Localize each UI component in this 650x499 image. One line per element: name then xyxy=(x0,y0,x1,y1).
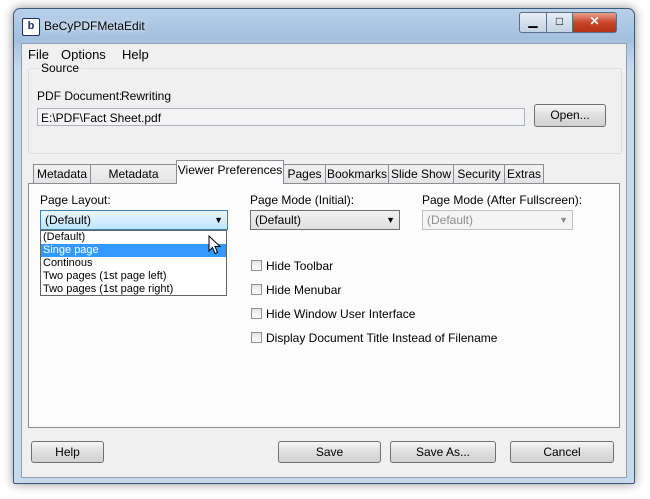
file-path-field[interactable]: E:\PDF\Fact Sheet.pdf xyxy=(37,108,525,126)
tab-viewer-preferences[interactable]: Viewer Preferences xyxy=(176,160,284,184)
page-mode-label: Page Mode (Initial): xyxy=(250,193,355,207)
save-as-button[interactable]: Save As... xyxy=(390,441,496,463)
pdf-document-label: PDF Document: xyxy=(37,89,123,103)
page-layout-option-two-right[interactable]: Two pages (1st page right) xyxy=(41,283,226,296)
hide-menubar-checkbox[interactable] xyxy=(251,284,262,295)
minimize-button[interactable]: ▁ xyxy=(519,12,547,33)
menu-options[interactable]: Options xyxy=(61,47,106,62)
page-layout-option-continuous[interactable]: Continous xyxy=(41,257,226,270)
hide-window-ui-checkbox[interactable] xyxy=(251,308,262,319)
tab-metadata[interactable]: Metadata xyxy=(33,164,91,183)
page-layout-value: (Default) xyxy=(45,213,92,227)
chevron-down-icon: ▼ xyxy=(214,215,223,225)
source-group-title: Source xyxy=(39,61,82,75)
chevron-down-icon: ▼ xyxy=(386,215,395,225)
tab-slide-show[interactable]: Slide Show xyxy=(388,164,454,183)
tab-security[interactable]: Security xyxy=(453,164,505,183)
save-button[interactable]: Save xyxy=(278,441,381,463)
hide-toolbar-checkbox[interactable] xyxy=(251,260,262,271)
page-mode-value: (Default) xyxy=(255,213,302,227)
chevron-down-icon: ▼ xyxy=(559,215,568,225)
page-mode-fullscreen-label: Page Mode (After Fullscreen): xyxy=(422,193,583,207)
tab-pages[interactable]: Pages xyxy=(283,164,326,183)
page-mode-fullscreen-combo: (Default) ▼ xyxy=(422,210,573,230)
page-layout-option-single[interactable]: Singe page xyxy=(41,244,226,257)
page-layout-option-two-left[interactable]: Two pages (1st page left) xyxy=(41,270,226,283)
close-button[interactable]: ✕ xyxy=(572,12,617,33)
help-button[interactable]: Help xyxy=(31,441,104,463)
title-bar[interactable]: b BeCyPDFMetaEdit ▁ □ ✕ xyxy=(14,9,634,43)
hide-window-ui-label[interactable]: Hide Window User Interface xyxy=(266,307,415,321)
open-button[interactable]: Open... xyxy=(534,104,606,127)
mouse-cursor-icon xyxy=(208,235,222,255)
page-layout-option-default[interactable]: (Default) xyxy=(41,231,226,244)
display-doc-title-label[interactable]: Display Document Title Instead of Filena… xyxy=(266,331,497,345)
maximize-button[interactable]: □ xyxy=(546,12,573,33)
window-title: BeCyPDFMetaEdit xyxy=(44,19,145,33)
source-group: Source PDF Document: Rewriting E:\PDF\Fa… xyxy=(28,61,622,154)
hide-menubar-label[interactable]: Hide Menubar xyxy=(266,283,341,297)
hide-toolbar-label[interactable]: Hide Toolbar xyxy=(266,259,333,273)
client-area: File Options Help Source PDF Document: R… xyxy=(21,43,627,478)
menu-bar: File Options Help xyxy=(22,44,626,64)
cancel-button[interactable]: Cancel xyxy=(510,441,614,463)
page-layout-dropdown: (Default) Singe page Continous Two pages… xyxy=(40,230,227,296)
pdf-document-status: Rewriting xyxy=(121,89,172,103)
app-window: b BeCyPDFMetaEdit ▁ □ ✕ File Options Hel… xyxy=(13,8,635,484)
menu-help[interactable]: Help xyxy=(122,47,149,62)
page-layout-label: Page Layout: xyxy=(40,193,111,207)
tab-metadata-xmp[interactable]: Metadata (XMP) xyxy=(90,164,177,200)
tab-bookmarks[interactable]: Bookmarks xyxy=(325,164,389,183)
tab-extras[interactable]: Extras xyxy=(504,164,544,183)
app-icon: b xyxy=(22,18,40,36)
menu-file[interactable]: File xyxy=(28,47,49,62)
page-mode-combo[interactable]: (Default) ▼ xyxy=(250,210,400,230)
display-doc-title-checkbox[interactable] xyxy=(251,332,262,343)
page-layout-combo[interactable]: (Default) ▼ xyxy=(40,210,228,230)
page-mode-fullscreen-value: (Default) xyxy=(427,213,474,227)
